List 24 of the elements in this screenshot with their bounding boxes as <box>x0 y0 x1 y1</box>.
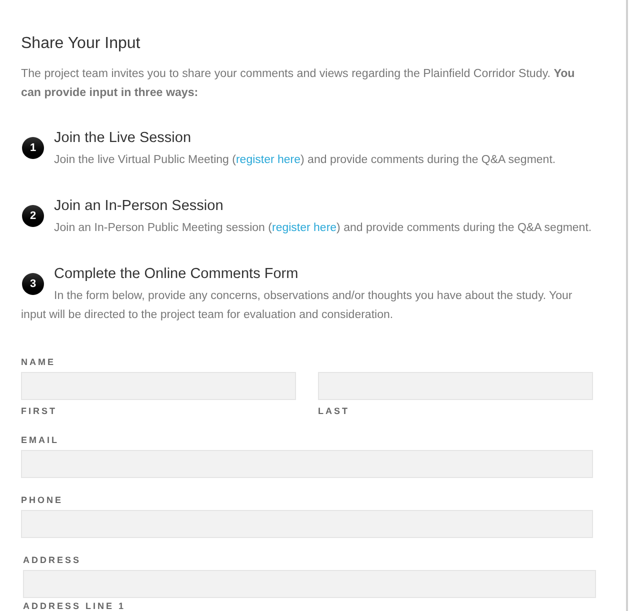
register-link[interactable]: register here <box>272 222 337 234</box>
step-title: Join the Live Session <box>54 129 192 148</box>
sub-label: FIRST <box>21 405 58 417</box>
intro-paragraph: The project team invites you to share your comments and views regarding the Plainfield Corridor Study. You can provide input in three ways: <box>21 66 576 101</box>
field-label: NAME <box>21 356 56 368</box>
step-title: Complete the Online Comments Form <box>54 265 298 284</box>
step-title: Join an In-Person Session <box>54 197 224 216</box>
field-label: ADDRESS <box>23 554 82 566</box>
register-link[interactable]: register here <box>236 154 301 166</box>
sub-label: ADDRESS LINE 1 <box>23 600 127 611</box>
step-description: Join an In-Person Public Meeting session (register here) and provide comments during the Q&A segment. <box>53 221 593 236</box>
text-input[interactable] <box>318 372 593 400</box>
text-input[interactable] <box>21 372 296 400</box>
step-description: Join the live Virtual Public Meeting (register here) and provide comments during the Q&A segment. <box>53 153 557 168</box>
sub-label: LAST <box>318 405 350 417</box>
field-label: EMAIL <box>21 434 60 446</box>
text-input[interactable] <box>21 450 593 478</box>
field-label: PHONE <box>21 494 64 506</box>
step-number: 1 <box>22 137 44 159</box>
text-input[interactable] <box>21 510 593 538</box>
step-number: 3 <box>22 273 44 295</box>
step-number: 2 <box>22 205 44 227</box>
text-input[interactable] <box>23 570 596 598</box>
page-title: Share Your Input <box>21 34 142 54</box>
